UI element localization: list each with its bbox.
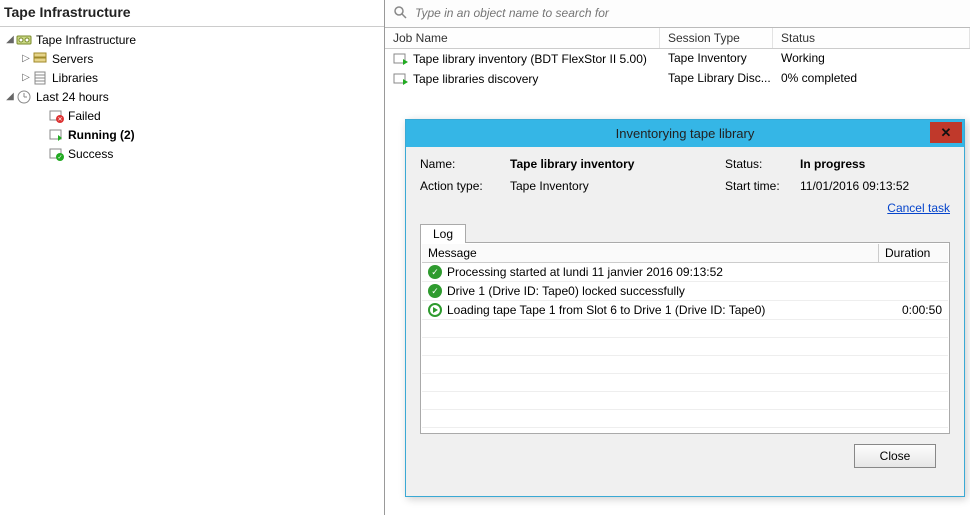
log-message: Processing started at lundi 11 janvier 2… [447,265,723,279]
grid-cell-job: Tape libraries discovery [413,72,538,86]
log-box: Message Duration ✓ Processing started at… [420,242,950,434]
sidebar-item-last-24-hours[interactable]: ◢ Last 24 hours [4,88,384,107]
sidebar: Tape Infrastructure ◢ Tape Infrastructur… [0,0,385,515]
sidebar-item-label: Failed [68,107,101,125]
summary-action-value: Tape Inventory [510,179,725,193]
sidebar-item-label: Libraries [52,69,98,87]
grid-row[interactable]: Tape library inventory (BDT FlexStor II … [385,49,970,69]
close-icon[interactable]: ✕ [930,122,962,143]
grid-header-type[interactable]: Session Type [660,28,773,48]
log-row[interactable]: Loading tape Tape 1 from Slot 6 to Drive… [422,301,948,320]
log-row[interactable]: ✓ Drive 1 (Drive ID: Tape0) locked succe… [422,282,948,301]
summary-action-label: Action type: [420,179,510,193]
grid-cell-type: Tape Inventory [660,49,773,69]
progress-dialog: Inventorying tape library ✕ Name: Tape l… [405,119,965,497]
library-icon [32,70,48,86]
expander-icon[interactable]: ◢ [4,31,16,49]
summary-name-value: Tape library inventory [510,157,725,171]
log-duration [878,263,948,281]
log-message: Drive 1 (Drive ID: Tape0) locked success… [447,284,685,298]
grid-cell-job: Tape library inventory (BDT FlexStor II … [413,52,647,66]
expander-icon[interactable]: ▷ [20,50,32,68]
search-input[interactable] [415,6,962,20]
expander-icon[interactable]: ◢ [4,88,16,106]
search-bar [385,0,970,28]
grid-cell-status: 0% completed [773,69,970,89]
grid-header: Job Name Session Type Status [385,28,970,49]
log-duration: 0:00:50 [878,301,948,319]
log-row-empty [422,392,948,410]
tape-icon [16,32,32,48]
log-duration [878,282,948,300]
sidebar-tree: ◢ Tape Infrastructure ▷ Servers ▷ Librar… [0,27,384,164]
expander-icon[interactable]: ▷ [20,69,32,87]
log-row-empty [422,374,948,392]
search-icon [393,5,409,21]
summary-status-label: Status: [725,157,800,171]
sidebar-item-success[interactable]: ✓ Success [4,145,384,164]
sidebar-item-label: Last 24 hours [36,88,109,106]
sidebar-title: Tape Infrastructure [0,0,384,27]
cancel-task-link[interactable]: Cancel task [887,201,950,215]
log-header-message[interactable]: Message [422,244,878,262]
sidebar-item-label: Servers [52,50,93,68]
sidebar-item-servers[interactable]: ▷ Servers [4,50,384,69]
log-header-duration[interactable]: Duration [878,244,948,262]
summary-status-value: In progress [800,157,950,171]
sidebar-item-label: Running (2) [68,126,135,144]
log-row-empty [422,320,948,338]
clock-icon [16,89,32,105]
summary-start-label: Start time: [725,179,800,193]
sidebar-item-label: Tape Infrastructure [36,31,136,49]
log-row-empty [422,338,948,356]
job-running-icon [393,51,409,67]
log-row-empty [422,356,948,374]
server-icon [32,51,48,67]
sidebar-item-tape-infrastructure[interactable]: ◢ Tape Infrastructure [4,31,384,50]
summary-name-label: Name: [420,157,510,171]
status-ok-icon: ✓ [428,265,442,279]
svg-text:✕: ✕ [57,117,62,123]
sidebar-item-label: Success [68,145,113,163]
svg-text:✓: ✓ [57,155,62,161]
tab-log[interactable]: Log [420,224,466,243]
job-running-icon [393,71,409,87]
grid-cell-status: Working [773,49,970,69]
log-row[interactable]: ✓ Processing started at lundi 11 janvier… [422,263,948,282]
close-button[interactable]: Close [854,444,936,468]
running-icon [48,127,64,143]
sidebar-item-running[interactable]: Running (2) [4,126,384,145]
grid-header-status[interactable]: Status [773,28,970,48]
sidebar-item-libraries[interactable]: ▷ Libraries [4,69,384,88]
status-ok-icon: ✓ [428,284,442,298]
sidebar-item-failed[interactable]: ✕ Failed [4,107,384,126]
failed-icon: ✕ [48,108,64,124]
summary-start-value: 11/01/2016 09:13:52 [800,179,950,193]
grid-row[interactable]: Tape libraries discovery Tape Library Di… [385,69,970,89]
dialog-title: Inventorying tape library ✕ [406,120,964,147]
log-row-empty [422,410,948,428]
grid-header-job[interactable]: Job Name [385,28,660,48]
status-progress-icon [428,303,442,317]
log-message: Loading tape Tape 1 from Slot 6 to Drive… [447,303,765,317]
grid-cell-type: Tape Library Disc... [660,69,773,89]
success-icon: ✓ [48,146,64,162]
